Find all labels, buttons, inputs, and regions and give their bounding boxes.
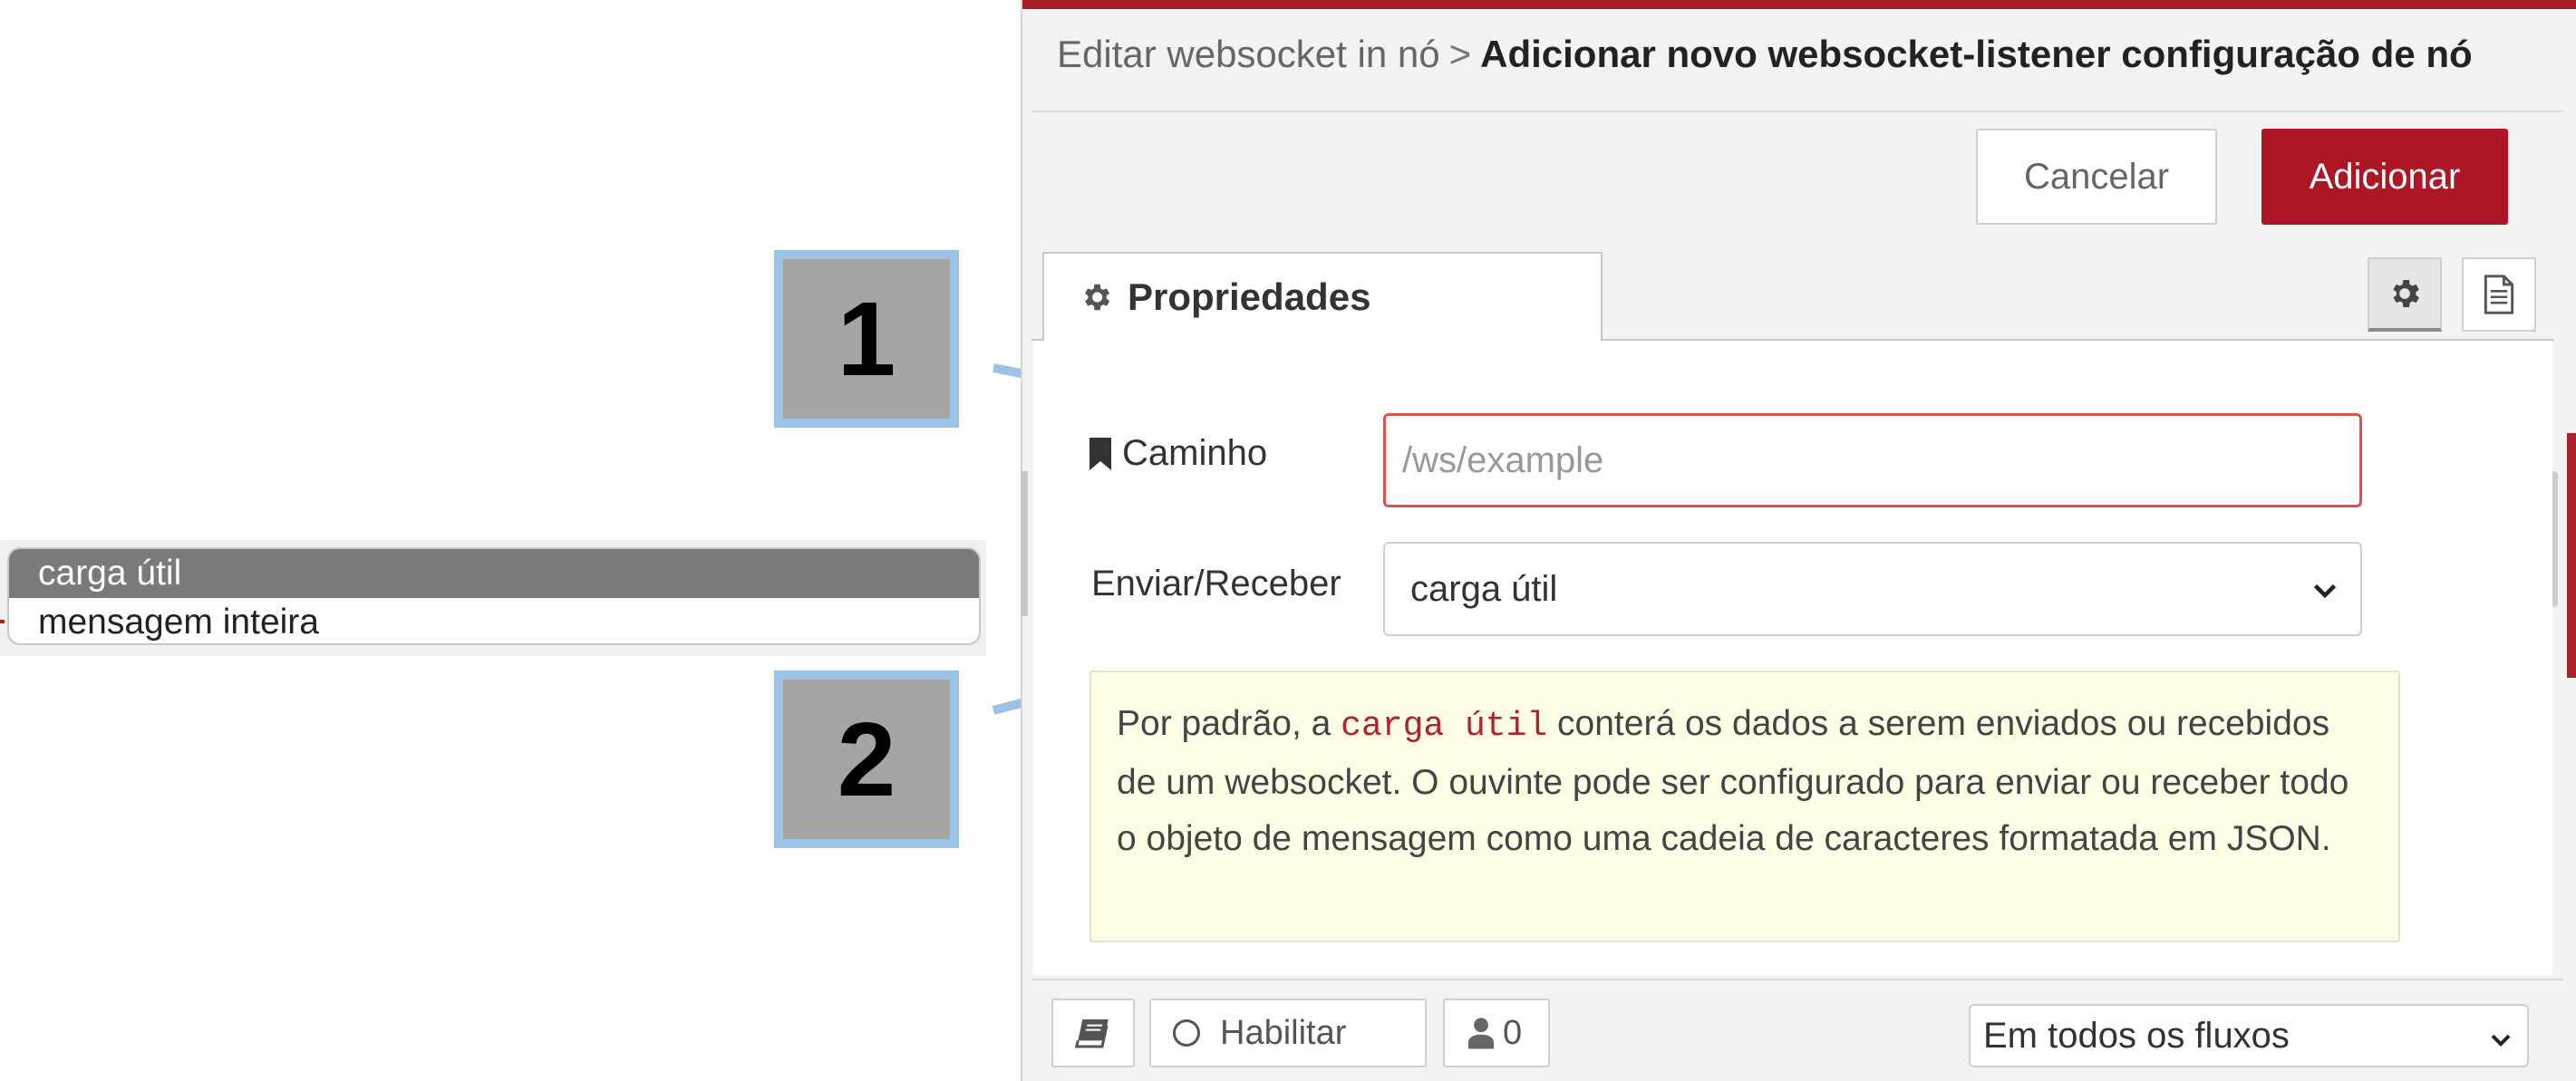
panel-resize-handle[interactable]: [1021, 471, 1028, 616]
dropdown-option-whole-message[interactable]: mensagem inteira: [9, 598, 979, 643]
send-receive-label: Enviar/Receber: [1091, 564, 1341, 603]
circle-icon: [1173, 1019, 1200, 1047]
settings-tab-button[interactable]: [2368, 257, 2442, 332]
breadcrumb: Editar websocket in nó > Adicionar novo we…: [1057, 33, 2473, 76]
path-label: Caminho: [1089, 433, 1267, 474]
user-icon: [1468, 1018, 1494, 1049]
scope-selected: Em todos os fluxos: [1983, 1015, 2290, 1056]
callout-2: 2: [774, 671, 959, 848]
documentation-button[interactable]: [1051, 999, 1135, 1067]
path-input[interactable]: /ws/example: [1383, 413, 2362, 507]
header-divider: [1031, 111, 2563, 112]
enable-toggle[interactable]: Habilitar: [1149, 999, 1427, 1067]
help-tip: Por padrão, a carga útil conterá os dado…: [1089, 671, 2400, 942]
path-input-placeholder: /ws/example: [1402, 439, 1604, 480]
send-receive-selected: carga útil: [1410, 568, 1558, 609]
bookmark-icon: [1089, 437, 1111, 470]
canvas-edge-mark: [0, 620, 5, 623]
tip-text-1: Por padrão, a: [1117, 704, 1341, 743]
send-receive-select[interactable]: carga útil: [1383, 542, 2362, 636]
chevron-down-icon: [2491, 1034, 2511, 1047]
gear-icon: [1084, 284, 1110, 311]
send-receive-dropdown-popup: carga útil mensagem inteira: [0, 540, 986, 656]
description-tab-button[interactable]: [2462, 257, 2536, 332]
users-count-button[interactable]: 0: [1443, 999, 1550, 1067]
breadcrumb-current: Adicionar novo websocket-listener config…: [1480, 33, 2473, 75]
breadcrumb-parent[interactable]: Editar websocket in nó: [1057, 33, 1440, 75]
breadcrumb-separator: >: [1448, 33, 1472, 75]
callout-1: 1: [774, 250, 959, 428]
add-button[interactable]: Adicionar: [2261, 129, 2508, 225]
tab-properties-label: Propriedades: [1128, 275, 1371, 318]
document-icon: [2484, 275, 2514, 314]
sidebar-edge-accent: [2567, 433, 2576, 678]
enable-label: Habilitar: [1220, 1013, 1347, 1052]
scope-select[interactable]: Em todos os fluxos: [1969, 1004, 2529, 1067]
panel-top-accent: [1022, 0, 2576, 9]
book-icon: [1075, 1019, 1109, 1048]
chevron-down-icon: [2313, 584, 2337, 599]
cancel-button[interactable]: Cancelar: [1976, 129, 2217, 225]
gear-icon: [2393, 280, 2419, 307]
dropdown-options-list: carga útil mensagem inteira: [7, 547, 981, 645]
dropdown-option-payload[interactable]: carga útil: [9, 549, 979, 598]
tab-properties[interactable]: Propriedades: [1042, 252, 1603, 341]
users-count: 0: [1503, 1013, 1523, 1052]
tip-code: carga útil: [1341, 707, 1548, 746]
path-label-text: Caminho: [1122, 433, 1268, 473]
footer-divider: [1031, 979, 2563, 980]
